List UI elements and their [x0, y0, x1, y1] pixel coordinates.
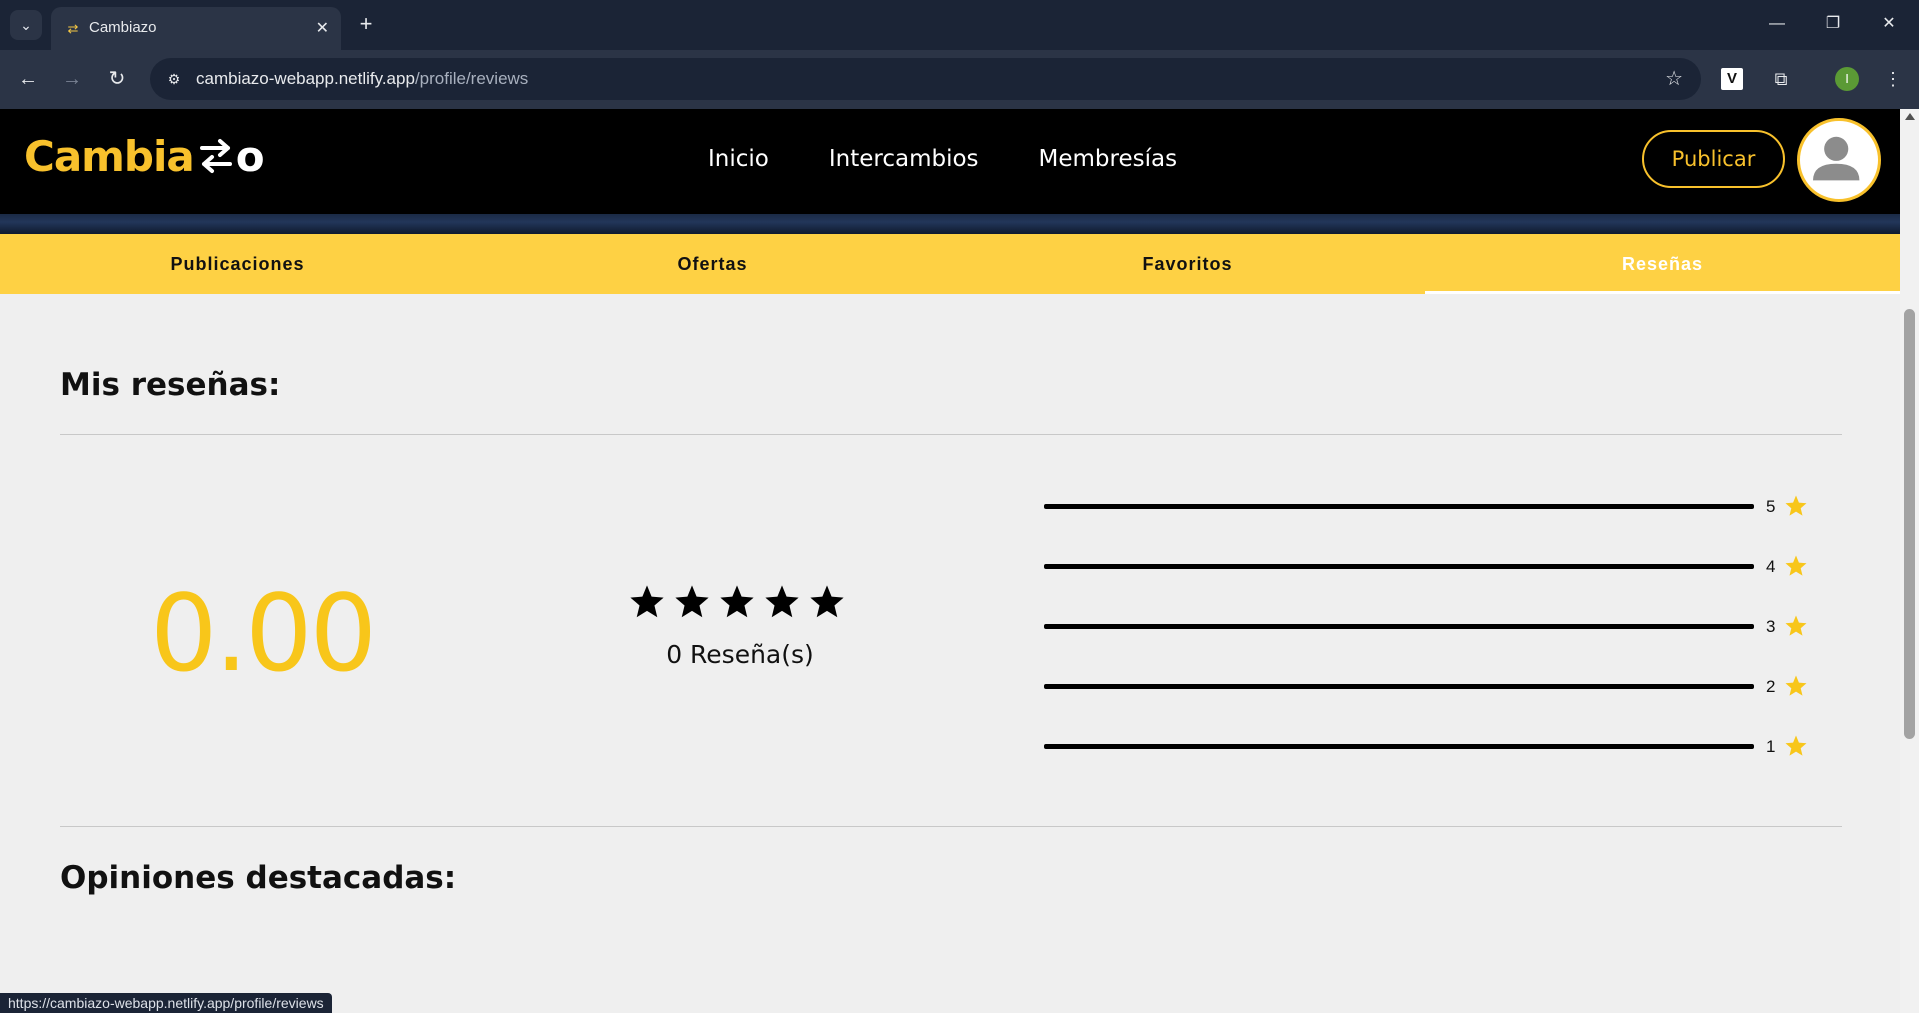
site-header: Cambia o Inicio Intercambios Membresías … — [0, 109, 1900, 214]
distribution-row-4: 4 — [1044, 552, 1809, 582]
profile-tabs: Publicaciones Ofertas Favoritos Reseñas — [0, 234, 1900, 294]
rating-stars — [628, 583, 846, 621]
url-text: cambiazo-webapp.netlify.app/profile/revi… — [196, 69, 528, 89]
distribution-star-label: 2 — [1766, 677, 1776, 696]
star-icon — [1785, 615, 1807, 636]
rating-star-icon — [720, 585, 754, 618]
header-divider — [0, 214, 1900, 234]
distribution-bar — [1044, 624, 1754, 629]
publish-button[interactable]: Publicar — [1642, 130, 1785, 188]
new-tab-icon[interactable]: + — [352, 10, 380, 38]
distribution-row-5: 5 — [1044, 492, 1809, 522]
swap-arrows-icon — [199, 139, 232, 173]
logo-text: Cambia — [24, 131, 195, 181]
distribution-star-label: 4 — [1766, 557, 1776, 576]
distribution-star-label: 3 — [1766, 617, 1776, 636]
rating-star-icon — [630, 585, 664, 618]
browser-toolbar: ← → ↻ ⚙ cambiazo-webapp.netlify.app/prof… — [0, 50, 1919, 109]
cambiazo-logo[interactable]: Cambia o — [24, 131, 265, 181]
star-icon — [1785, 675, 1807, 696]
site-info-icon[interactable]: ⚙ — [160, 65, 188, 93]
window-close-icon[interactable]: ✕ — [1874, 10, 1904, 38]
reviews-divider-top — [60, 434, 1842, 435]
logo-suffix: o — [235, 131, 265, 181]
tab-search-chevron-icon[interactable]: ⌄ — [10, 10, 42, 40]
scroll-up-arrow-icon[interactable] — [1905, 113, 1915, 120]
distribution-row-3: 3 — [1044, 612, 1809, 642]
back-arrow-icon[interactable]: ← — [12, 63, 44, 95]
cambiazo-favicon-icon: ⇄ — [67, 21, 79, 36]
user-avatar[interactable] — [1797, 118, 1881, 202]
rating-star-icon — [675, 585, 709, 618]
distribution-star-label: 1 — [1766, 737, 1776, 756]
extensions-puzzle-icon[interactable]: ⧉ — [1766, 64, 1796, 94]
distribution-bar — [1044, 684, 1754, 689]
restore-icon[interactable]: ❐ — [1818, 10, 1848, 38]
tab-title: Cambiazo — [89, 19, 157, 36]
main-nav: Inicio Intercambios Membresías — [708, 146, 1177, 172]
star-icon — [1785, 735, 1807, 756]
nav-membresias[interactable]: Membresías — [1039, 146, 1178, 172]
user-silhouette-icon — [1813, 136, 1860, 181]
vimeo-extension-icon[interactable]: V — [1721, 68, 1743, 90]
forward-arrow-icon[interactable]: → — [56, 63, 88, 95]
page-scrollbar[interactable] — [1900, 109, 1919, 1013]
browser-menu-icon[interactable]: ⋮ — [1878, 64, 1908, 94]
review-count: 0 Reseña(s) — [666, 640, 814, 669]
distribution-bar — [1044, 744, 1754, 749]
minimize-icon[interactable]: — — [1762, 10, 1792, 38]
tab-publicaciones[interactable]: Publicaciones — [0, 234, 475, 294]
tab-close-icon[interactable]: ✕ — [316, 18, 329, 38]
featured-reviews-title: Opiniones destacadas: — [60, 860, 457, 896]
star-icon — [1785, 555, 1807, 576]
distribution-row-2: 2 — [1044, 672, 1809, 702]
nav-intercambios[interactable]: Intercambios — [829, 146, 979, 172]
reviews-divider-bottom — [60, 826, 1842, 827]
nav-inicio[interactable]: Inicio — [708, 146, 769, 172]
average-rating: 0.00 — [150, 572, 377, 695]
tab-resenas[interactable]: Reseñas — [1425, 234, 1900, 294]
bookmark-star-icon[interactable]: ☆ — [1665, 66, 1683, 91]
distribution-bar — [1044, 564, 1754, 569]
browser-profile-avatar[interactable]: I — [1835, 67, 1859, 91]
link-status-bar: https://cambiazo-webapp.netlify.app/prof… — [0, 993, 332, 1013]
tab-ofertas[interactable]: Ofertas — [475, 234, 950, 294]
url-path: /profile/reviews — [414, 69, 529, 88]
distribution-row-1: 1 — [1044, 732, 1809, 762]
scrollbar-thumb[interactable] — [1904, 309, 1915, 739]
distribution-star-label: 5 — [1766, 497, 1776, 516]
browser-tab[interactable]: ⇄ Cambiazo ✕ — [51, 7, 341, 50]
address-bar[interactable]: ⚙ cambiazo-webapp.netlify.app/profile/re… — [150, 58, 1701, 100]
distribution-bar — [1044, 504, 1754, 509]
tab-favoritos[interactable]: Favoritos — [950, 234, 1425, 294]
rating-star-icon — [765, 585, 799, 618]
reload-icon[interactable]: ↻ — [101, 63, 133, 95]
reviews-title: Mis reseñas: — [60, 367, 281, 403]
browser-tabstrip: ⌄ ⇄ Cambiazo ✕ + — ❐ ✕ — [0, 0, 1919, 50]
rating-star-icon — [810, 585, 844, 618]
url-host: cambiazo-webapp.netlify.app — [196, 69, 415, 88]
star-icon — [1785, 495, 1807, 516]
